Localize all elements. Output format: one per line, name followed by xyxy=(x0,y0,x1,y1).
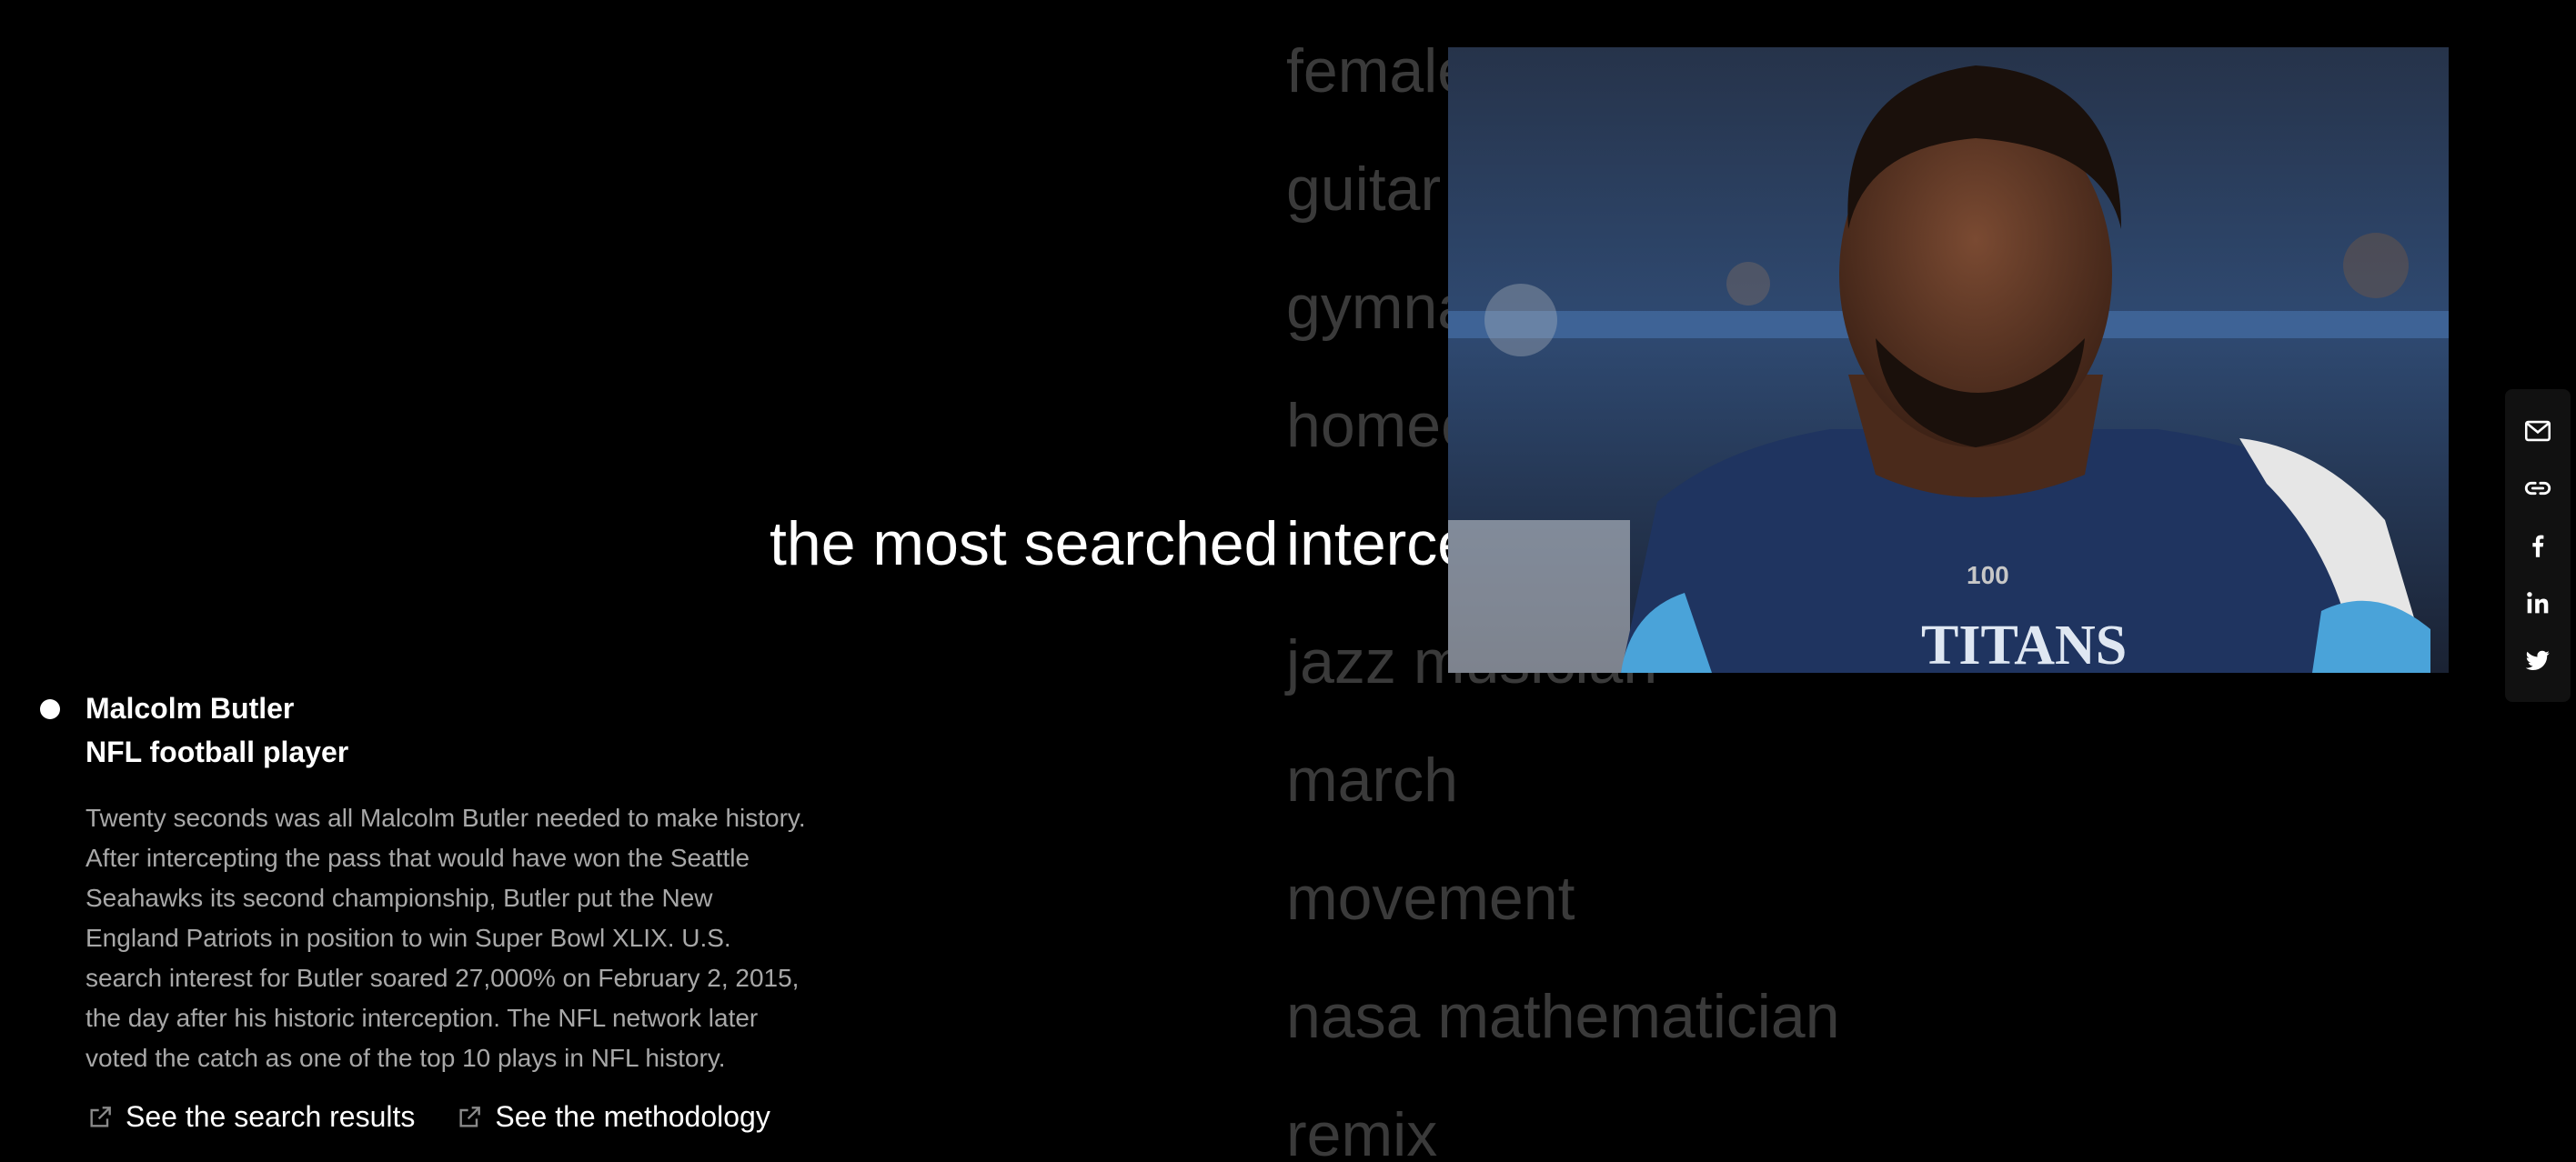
term-item[interactable]: nasa mathematician xyxy=(1286,986,1840,1047)
person-description: Twenty seconds was all Malcolm Butler ne… xyxy=(86,804,806,1072)
term-item[interactable]: movement xyxy=(1286,867,1575,929)
share-email-button[interactable] xyxy=(2516,409,2560,453)
search-results-label: See the search results xyxy=(126,1100,416,1133)
twitter-icon xyxy=(2525,651,2550,671)
share-linkedin-button[interactable] xyxy=(2516,581,2560,625)
player-photo: TITANS 100 xyxy=(1448,47,2449,673)
jersey-text: TITANS xyxy=(1921,615,2127,673)
term-item[interactable]: march xyxy=(1286,749,1458,811)
methodology-link[interactable]: See the methodology xyxy=(455,1100,770,1134)
selection-bullet xyxy=(40,699,60,719)
jersey-patch: 100 xyxy=(1967,561,2009,589)
link-icon xyxy=(2524,481,2551,495)
link-row: See the search results See the methodolo… xyxy=(86,1100,770,1134)
term-item[interactable]: female xyxy=(1286,40,1472,102)
share-facebook-button[interactable] xyxy=(2516,524,2560,567)
person-name: Malcolm Butler xyxy=(86,692,295,725)
lead-phrase: the most searched xyxy=(770,509,1279,578)
share-rail xyxy=(2505,389,2571,702)
person-role: NFL football player xyxy=(86,736,349,768)
search-results-link[interactable]: See the search results xyxy=(86,1100,415,1134)
share-twitter-button[interactable] xyxy=(2516,638,2560,682)
linkedin-icon xyxy=(2527,592,2549,614)
methodology-label: See the methodology xyxy=(495,1100,770,1133)
player-photo-illustration: TITANS 100 xyxy=(1448,47,2449,673)
page: female guitar gymnast homecoming interce… xyxy=(0,0,2576,1162)
term-item[interactable]: guitar xyxy=(1286,158,1441,220)
mail-icon xyxy=(2524,420,2551,441)
share-link-button[interactable] xyxy=(2516,466,2560,510)
facebook-icon xyxy=(2532,535,2544,557)
external-link-icon xyxy=(90,1106,111,1127)
term-item[interactable]: remix xyxy=(1286,1104,1437,1162)
external-link-icon xyxy=(459,1106,481,1127)
